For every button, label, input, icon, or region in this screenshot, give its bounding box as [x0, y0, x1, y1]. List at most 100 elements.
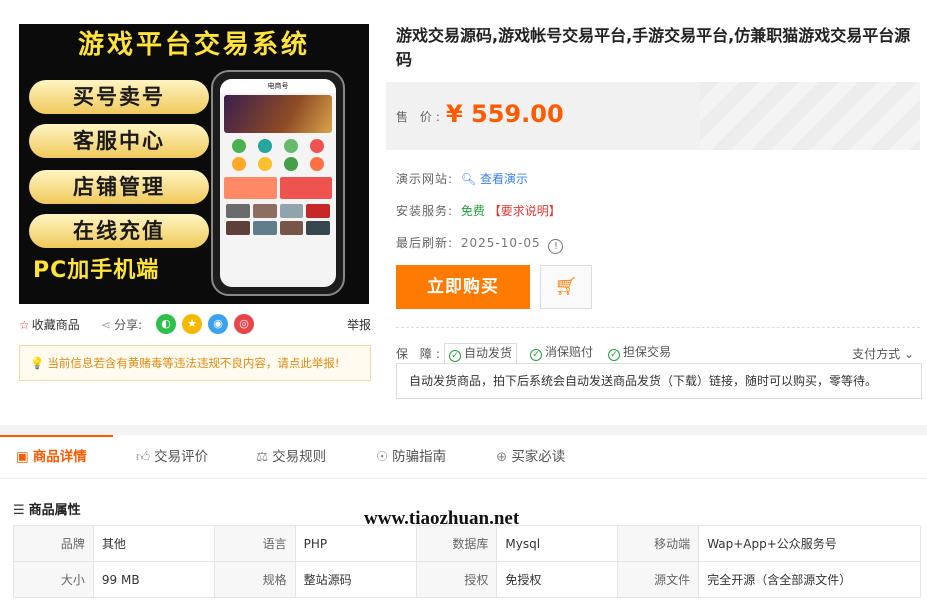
demo-label: 演示网站: [396, 172, 454, 186]
image-actions: ☆ 收藏商品 ⋖ 分享: ◐ ★ ◉ ◎ 举报 [19, 314, 371, 334]
favorite-label: 收藏商品 [31, 318, 80, 332]
divider [396, 327, 920, 328]
guarantee-bar: 保 障: ✓ 自动发货 ✓ 消保赔付 ✓ 担保交易 支付方式 ⌄ [396, 343, 920, 363]
attr-value: PHP [294, 525, 417, 562]
star-icon: ☆ [19, 318, 30, 332]
guarantee-item-label: 自动发货 [464, 346, 513, 360]
image-bottom-text: PC加手机端 [33, 258, 160, 283]
table-row: 品牌 其他 语言 PHP 数据库 Mysql 移动端 Wap+App+公众服务号 [13, 525, 921, 562]
check-icon: ✓ [449, 350, 461, 362]
chevron-down-icon: ⌄ [903, 347, 914, 361]
section-band [0, 425, 927, 435]
search-icon: 🔍︎ [460, 172, 477, 186]
scale-icon: ⚖ [256, 449, 269, 465]
attributes-title: ☰ 商品属性 [13, 499, 81, 518]
attr-key: 规格 [213, 561, 296, 598]
guarantee-item-label: 消保赔付 [545, 345, 594, 359]
phone-mockup: 电商号 [211, 70, 345, 296]
phone-title: 电商号 [220, 79, 336, 93]
share-label-wrap: ⋖ 分享: [101, 316, 142, 333]
install-label: 安装服务: [396, 204, 454, 218]
refresh-value: 2025-10-05 [460, 236, 541, 250]
image-pill: 店铺管理 [29, 170, 209, 204]
guarantee-escrow[interactable]: ✓ 担保交易 [604, 343, 675, 363]
tab-label: 交易评价 [154, 449, 209, 465]
demo-link[interactable]: 查看演示 [480, 172, 528, 186]
demo-row: 演示网站: 🔍︎ 查看演示 [396, 170, 528, 187]
price-box: 售 价: ¥ 559.00 [386, 82, 920, 150]
install-row: 安装服务: 免费 【要求说明】 [396, 202, 561, 219]
active-tab-indicator [0, 435, 113, 437]
tab-label: 防骗指南 [392, 449, 447, 465]
watermark: www.tiaozhuan.net [364, 508, 520, 529]
info-icon[interactable]: ! [548, 239, 564, 254]
detail-tabs: ▣ 商品详情 👍︎ 交易评价 ⚖ 交易规则 ☉ 防骗指南 ⊕ 买家必读 [0, 435, 927, 479]
weibo-icon[interactable]: ◎ [234, 314, 254, 334]
guarantee-compensation[interactable]: ✓ 消保赔付 [526, 343, 597, 363]
guarantee-label: 保 障: [396, 347, 444, 361]
cart-icon: 🛒︎ [554, 276, 578, 297]
check-icon: ✓ [530, 349, 542, 361]
attr-key: 数据库 [415, 525, 498, 562]
thumbs-up-icon: 👍︎ [136, 449, 151, 465]
attr-key: 移动端 [617, 525, 700, 562]
qzone-icon[interactable]: ★ [182, 314, 202, 334]
list-search-icon: ☰ [13, 503, 25, 518]
tab-anti-fraud[interactable]: ☉ 防骗指南 [376, 435, 446, 479]
tab-buyer-notice[interactable]: ⊕ 买家必读 [496, 435, 565, 479]
image-pill: 买号卖号 [29, 80, 209, 114]
report-warning[interactable]: 💡 当前信息若含有黄赌毒等违法违规不良内容，请点此举报! [19, 345, 371, 381]
page: 游戏平台交易系统 买号卖号 客服中心 店铺管理 在线充值 PC加手机端 电商号 … [0, 0, 927, 602]
tab-trade-rules[interactable]: ⚖ 交易规则 [256, 435, 326, 479]
attr-key: 语言 [213, 525, 296, 562]
product-image[interactable]: 游戏平台交易系统 买号卖号 客服中心 店铺管理 在线充值 PC加手机端 电商号 [19, 24, 369, 304]
attributes-table: 品牌 其他 语言 PHP 数据库 Mysql 移动端 Wap+App+公众服务号… [13, 525, 921, 598]
attr-value: 完全开源（含全部源文件） [698, 561, 921, 598]
tab-reviews[interactable]: 👍︎ 交易评价 [136, 435, 208, 479]
guarantee-description: 自动发货商品，拍下后系统会自动发送商品发货（下载）链接，随时可以购买，零等待。 [396, 363, 922, 399]
tab-label: 买家必读 [511, 449, 566, 465]
attr-value: Mysql [496, 525, 619, 562]
report-link[interactable]: 举报 [347, 316, 371, 333]
table-row: 大小 99 MB 规格 整站源码 授权 免授权 源文件 完全开源（含全部源文件） [13, 561, 921, 598]
image-pill: 在线充值 [29, 214, 209, 248]
add-to-cart-button[interactable]: 🛒︎ [540, 265, 592, 309]
attr-value: 其他 [92, 525, 215, 562]
attributes-title-text: 商品属性 [28, 503, 81, 518]
bulb-icon: ☉ [376, 449, 389, 465]
wechat-icon[interactable]: ◐ [156, 314, 176, 334]
share-icon: ⋖ [101, 318, 112, 332]
qq-icon[interactable]: ◉ [208, 314, 228, 334]
attr-value: 免授权 [496, 561, 619, 598]
warning-text: 当前信息若含有黄赌毒等违法违规不良内容，请点此举报! [47, 356, 340, 370]
price-value: ¥ 559.00 [446, 100, 564, 128]
buy-now-button[interactable]: 立即购买 [396, 265, 530, 309]
refresh-label: 最后刷新: [396, 236, 454, 250]
attr-key: 品牌 [13, 525, 94, 562]
install-value: 免费 [460, 204, 485, 218]
price-label: 售 价: [396, 110, 444, 124]
guarantee-auto-delivery[interactable]: ✓ 自动发货 [444, 343, 518, 363]
tab-label: 交易规则 [272, 449, 327, 465]
attr-value: 99 MB [92, 561, 215, 598]
payment-label: 支付方式 [852, 347, 901, 361]
product-title: 游戏交易源码,游戏帐号交易平台,手游交易平台,仿兼职猫游戏交易平台源码 [396, 26, 911, 69]
attr-value: Wap+App+公众服务号 [698, 525, 921, 562]
lightbulb-icon: 💡 [30, 356, 45, 370]
plus-circle-icon: ⊕ [496, 449, 508, 465]
tab-product-details[interactable]: ▣ 商品详情 [16, 435, 87, 479]
attr-value: 整站源码 [294, 561, 417, 598]
price-decoration [700, 82, 920, 150]
refresh-row: 最后刷新: 2025-10-05 ! [396, 234, 564, 254]
attr-key: 源文件 [617, 561, 700, 598]
tab-label: 商品详情 [32, 449, 87, 465]
attr-key: 大小 [13, 561, 94, 598]
favorite-button[interactable]: ☆ 收藏商品 [19, 316, 80, 333]
attr-key: 授权 [415, 561, 498, 598]
share-label: 分享: [114, 318, 143, 332]
image-banner: 游戏平台交易系统 [77, 30, 310, 60]
guarantee-item-label: 担保交易 [623, 345, 672, 359]
install-note-link[interactable]: 【要求说明】 [489, 204, 561, 218]
payment-methods-dropdown[interactable]: 支付方式 ⌄ [852, 345, 914, 362]
check-icon: ✓ [608, 349, 620, 361]
